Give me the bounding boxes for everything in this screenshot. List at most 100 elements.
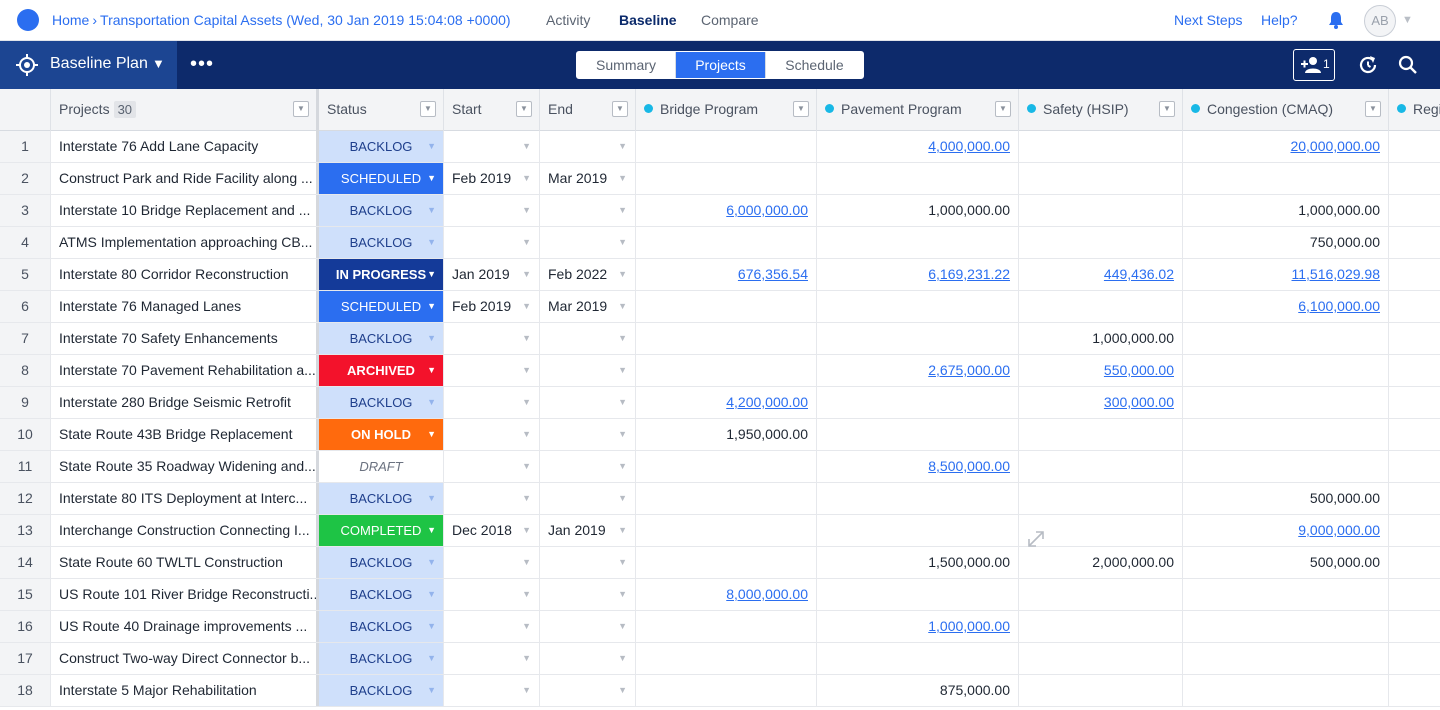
chevron-down-icon[interactable]: ▼ bbox=[427, 419, 436, 450]
safety-amount-cell[interactable] bbox=[1019, 675, 1183, 706]
status-cell[interactable]: BACKLOG ▼ bbox=[319, 195, 444, 226]
breadcrumb-current[interactable]: Transportation Capital Assets (Wed, 30 J… bbox=[100, 12, 511, 28]
header-pavement-program[interactable]: Pavement Program ▼ bbox=[817, 89, 1019, 131]
chevron-down-icon[interactable]: ▼ bbox=[618, 163, 627, 194]
congestion-amount-cell[interactable]: 20,000,000.00 bbox=[1183, 131, 1389, 162]
project-name-cell[interactable]: Interstate 76 Add Lane Capacity bbox=[51, 131, 319, 162]
start-date-cell[interactable]: ▼ bbox=[444, 355, 540, 386]
pavement-amount-cell[interactable] bbox=[817, 227, 1019, 258]
congestion-amount[interactable]: 11,516,029.98 bbox=[1292, 266, 1381, 282]
pavement-amount-cell[interactable]: 875,000.00 bbox=[817, 675, 1019, 706]
safety-amount-cell[interactable] bbox=[1019, 451, 1183, 482]
project-name-cell[interactable]: Interstate 5 Major Rehabilitation bbox=[51, 675, 319, 706]
header-end[interactable]: End ▼ bbox=[540, 89, 636, 131]
pavement-amount[interactable]: 6,169,231.22 bbox=[928, 266, 1010, 282]
chevron-down-icon[interactable]: ▼ bbox=[522, 483, 531, 514]
pavement-amount[interactable]: 8,500,000.00 bbox=[928, 458, 1010, 474]
chevron-down-icon[interactable]: ▼ bbox=[522, 451, 531, 482]
search-icon[interactable] bbox=[1396, 53, 1420, 77]
pavement-amount-cell[interactable] bbox=[817, 419, 1019, 450]
pavement-amount-cell[interactable] bbox=[817, 163, 1019, 194]
refresh-icon[interactable] bbox=[1356, 53, 1380, 77]
safety-amount-cell[interactable]: 1,000,000.00 bbox=[1019, 323, 1183, 354]
project-name-cell[interactable]: Construct Park and Ride Facility along .… bbox=[51, 163, 319, 194]
bridge-amount-cell[interactable] bbox=[636, 227, 817, 258]
chevron-down-icon[interactable]: ▼ bbox=[427, 195, 436, 226]
pavement-amount[interactable]: 4,000,000.00 bbox=[928, 138, 1010, 154]
regional-amount-cell[interactable] bbox=[1389, 643, 1440, 674]
regional-amount-cell[interactable] bbox=[1389, 195, 1440, 226]
safety-amount[interactable]: 449,436.02 bbox=[1104, 266, 1174, 282]
status-cell[interactable]: BACKLOG ▼ bbox=[319, 323, 444, 354]
status-cell[interactable]: BACKLOG ▼ bbox=[319, 547, 444, 578]
safety-amount-cell[interactable]: 300,000.00 bbox=[1019, 387, 1183, 418]
avatar[interactable]: AB bbox=[1364, 5, 1396, 37]
end-date-cell[interactable]: Jan 2019 ▼ bbox=[540, 515, 636, 546]
congestion-amount-cell[interactable]: 750,000.00 bbox=[1183, 227, 1389, 258]
chevron-down-icon[interactable]: ▼ bbox=[522, 419, 531, 450]
table-row[interactable]: 16 US Route 40 Drainage improvements ... B… bbox=[0, 611, 1440, 643]
bridge-amount[interactable]: 676,356.54 bbox=[738, 266, 808, 282]
bridge-amount-cell[interactable]: 676,356.54 bbox=[636, 259, 817, 290]
chevron-down-icon[interactable]: ▼ bbox=[618, 675, 627, 706]
pavement-amount[interactable]: 2,675,000.00 bbox=[928, 362, 1010, 378]
header-start[interactable]: Start ▼ bbox=[444, 89, 540, 131]
bridge-amount[interactable]: 6,000,000.00 bbox=[726, 202, 808, 218]
chevron-down-icon[interactable]: ▼ bbox=[427, 515, 436, 546]
chevron-down-icon[interactable]: ▼ bbox=[427, 611, 436, 642]
congestion-amount-cell[interactable] bbox=[1183, 675, 1389, 706]
start-date-cell[interactable]: Jan 2019 ▼ bbox=[444, 259, 540, 290]
regional-amount-cell[interactable] bbox=[1389, 131, 1440, 162]
congestion-amount-cell[interactable]: 500,000.00 bbox=[1183, 483, 1389, 514]
pavement-amount-cell[interactable]: 1,500,000.00 bbox=[817, 547, 1019, 578]
project-name-cell[interactable]: State Route 35 Roadway Widening and... bbox=[51, 451, 319, 482]
pavement-amount-cell[interactable]: 2,675,000.00 bbox=[817, 355, 1019, 386]
end-date-cell[interactable]: ▼ bbox=[540, 483, 636, 514]
filter-dropdown-icon[interactable]: ▼ bbox=[293, 101, 309, 117]
bridge-amount[interactable]: 4,200,000.00 bbox=[726, 394, 808, 410]
start-date-cell[interactable]: ▼ bbox=[444, 547, 540, 578]
chevron-down-icon[interactable]: ▼ bbox=[618, 323, 627, 354]
congestion-amount-cell[interactable] bbox=[1183, 323, 1389, 354]
pavement-amount-cell[interactable]: 8,500,000.00 bbox=[817, 451, 1019, 482]
status-cell[interactable]: BACKLOG ▼ bbox=[319, 611, 444, 642]
congestion-amount-cell[interactable]: 6,100,000.00 bbox=[1183, 291, 1389, 322]
safety-amount-cell[interactable] bbox=[1019, 419, 1183, 450]
safety-amount-cell[interactable]: 449,436.02 bbox=[1019, 259, 1183, 290]
congestion-amount[interactable]: 6,100,000.00 bbox=[1298, 298, 1380, 314]
status-cell[interactable]: BACKLOG ▼ bbox=[319, 227, 444, 258]
start-date-cell[interactable]: ▼ bbox=[444, 579, 540, 610]
end-date-cell[interactable]: Mar 2019 ▼ bbox=[540, 291, 636, 322]
bridge-amount-cell[interactable] bbox=[636, 163, 817, 194]
chevron-down-icon[interactable]: ▼ bbox=[1402, 14, 1413, 26]
congestion-amount-cell[interactable] bbox=[1183, 163, 1389, 194]
chevron-down-icon[interactable]: ▼ bbox=[522, 131, 531, 162]
regional-amount-cell[interactable] bbox=[1389, 547, 1440, 578]
congestion-amount-cell[interactable] bbox=[1183, 579, 1389, 610]
congestion-amount-cell[interactable] bbox=[1183, 611, 1389, 642]
end-date-cell[interactable]: ▼ bbox=[540, 643, 636, 674]
safety-amount-cell[interactable] bbox=[1019, 163, 1183, 194]
start-date-cell[interactable]: Feb 2019 ▼ bbox=[444, 163, 540, 194]
bridge-amount-cell[interactable] bbox=[636, 547, 817, 578]
chevron-down-icon[interactable]: ▼ bbox=[522, 291, 531, 322]
header-safety-hsip[interactable]: Safety (HSIP) ▼ bbox=[1019, 89, 1183, 131]
next-steps-link[interactable]: Next Steps bbox=[1174, 12, 1242, 28]
project-name-cell[interactable]: State Route 60 TWLTL Construction bbox=[51, 547, 319, 578]
status-cell[interactable]: BACKLOG ▼ bbox=[319, 387, 444, 418]
pavement-amount-cell[interactable]: 1,000,000.00 bbox=[817, 195, 1019, 226]
tab-baseline[interactable]: Baseline bbox=[619, 12, 677, 28]
status-cell[interactable]: ON HOLD ▼ bbox=[319, 419, 444, 450]
table-row[interactable]: 6 Interstate 76 Managed Lanes SCHEDULED ▼ Fe… bbox=[0, 291, 1440, 323]
congestion-amount-cell[interactable] bbox=[1183, 387, 1389, 418]
project-name-cell[interactable]: State Route 43B Bridge Replacement bbox=[51, 419, 319, 450]
regional-amount-cell[interactable] bbox=[1389, 675, 1440, 706]
chevron-down-icon[interactable]: ▼ bbox=[618, 579, 627, 610]
regional-amount-cell[interactable] bbox=[1389, 163, 1440, 194]
chevron-down-icon[interactable]: ▼ bbox=[522, 259, 531, 290]
project-name-cell[interactable]: Interstate 80 ITS Deployment at Interc..… bbox=[51, 483, 319, 514]
end-date-cell[interactable]: ▼ bbox=[540, 323, 636, 354]
safety-amount-cell[interactable] bbox=[1019, 643, 1183, 674]
pavement-amount-cell[interactable] bbox=[817, 291, 1019, 322]
chevron-down-icon[interactable]: ▼ bbox=[427, 323, 436, 354]
